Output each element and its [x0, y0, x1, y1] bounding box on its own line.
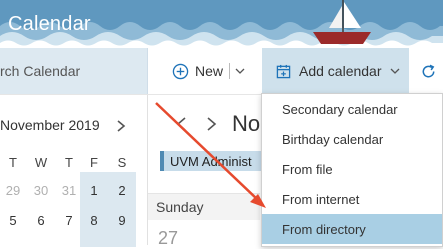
- mini-calendar: November 2019 T W T F S 29 30 31 1 2 5 6…: [0, 95, 148, 247]
- search-input[interactable]: rch Calendar: [0, 63, 80, 79]
- day-of-week-header: T: [65, 155, 73, 170]
- menu-item-label: From internet: [282, 192, 360, 207]
- mini-calendar-day[interactable]: 31: [60, 183, 78, 198]
- mini-calendar-day[interactable]: 2: [113, 183, 131, 198]
- sailboat-icon: [313, 0, 371, 44]
- app-title: Calendar: [8, 13, 91, 35]
- chevron-down-icon: [390, 68, 399, 74]
- day-column-header: Sunday: [148, 193, 260, 220]
- mini-calendar-month: November 2019: [0, 117, 100, 133]
- menu-item-label: Secondary calendar: [282, 102, 398, 117]
- mini-calendar-day[interactable]: 30: [32, 183, 50, 198]
- mini-calendar-day[interactable]: 7: [60, 213, 78, 228]
- day-number: 27: [158, 228, 179, 248]
- divider: [229, 63, 231, 79]
- chevron-right-icon[interactable]: [206, 117, 217, 131]
- mini-calendar-day[interactable]: 5: [4, 213, 22, 228]
- event-title: UVM Administ: [170, 154, 252, 169]
- mini-calendar-day[interactable]: 8: [85, 213, 103, 228]
- menu-item-secondary-calendar[interactable]: Secondary calendar: [262, 94, 442, 124]
- day-of-week-header: T: [9, 155, 17, 170]
- menu-item-birthday-calendar[interactable]: Birthday calendar: [262, 124, 442, 154]
- plus-circle-icon: [172, 63, 189, 79]
- date-range-title: No: [232, 111, 261, 136]
- header-banner: Calendar: [0, 0, 443, 48]
- day-of-week-header: W: [34, 155, 48, 170]
- mini-calendar-day[interactable]: 9: [113, 213, 131, 228]
- refresh-icon[interactable]: [420, 63, 437, 80]
- chevron-right-icon[interactable]: [116, 120, 126, 132]
- mini-calendar-day[interactable]: 1: [85, 183, 103, 198]
- command-bar: rch Calendar New Add calendar: [0, 48, 443, 95]
- add-calendar-label: Add calendar: [299, 63, 382, 79]
- day-of-week-header: S: [117, 155, 127, 170]
- search-box[interactable]: rch Calendar: [0, 48, 148, 94]
- mini-calendar-day[interactable]: 29: [4, 183, 22, 198]
- event-chip[interactable]: UVM Administ: [160, 151, 264, 171]
- add-calendar-menu: Secondary calendar Birthday calendar Fro…: [261, 93, 443, 247]
- new-button[interactable]: New: [172, 48, 245, 94]
- day-name: Sunday: [156, 199, 204, 215]
- menu-item-label: From file: [282, 162, 333, 177]
- add-calendar-button[interactable]: Add calendar: [262, 48, 409, 94]
- day-of-week-header: F: [90, 155, 98, 170]
- menu-item-label: Birthday calendar: [282, 132, 384, 147]
- new-label: New: [195, 63, 224, 79]
- menu-item-label: From directory: [282, 222, 366, 237]
- mini-calendar-day[interactable]: 6: [32, 213, 50, 228]
- menu-item-from-directory[interactable]: From directory: [262, 214, 442, 244]
- menu-item-from-file[interactable]: From file: [262, 154, 442, 184]
- chevron-down-icon[interactable]: [235, 66, 245, 76]
- chevron-left-icon[interactable]: [176, 117, 187, 131]
- calendar-add-icon: [276, 64, 291, 78]
- menu-item-from-internet[interactable]: From internet: [262, 184, 442, 214]
